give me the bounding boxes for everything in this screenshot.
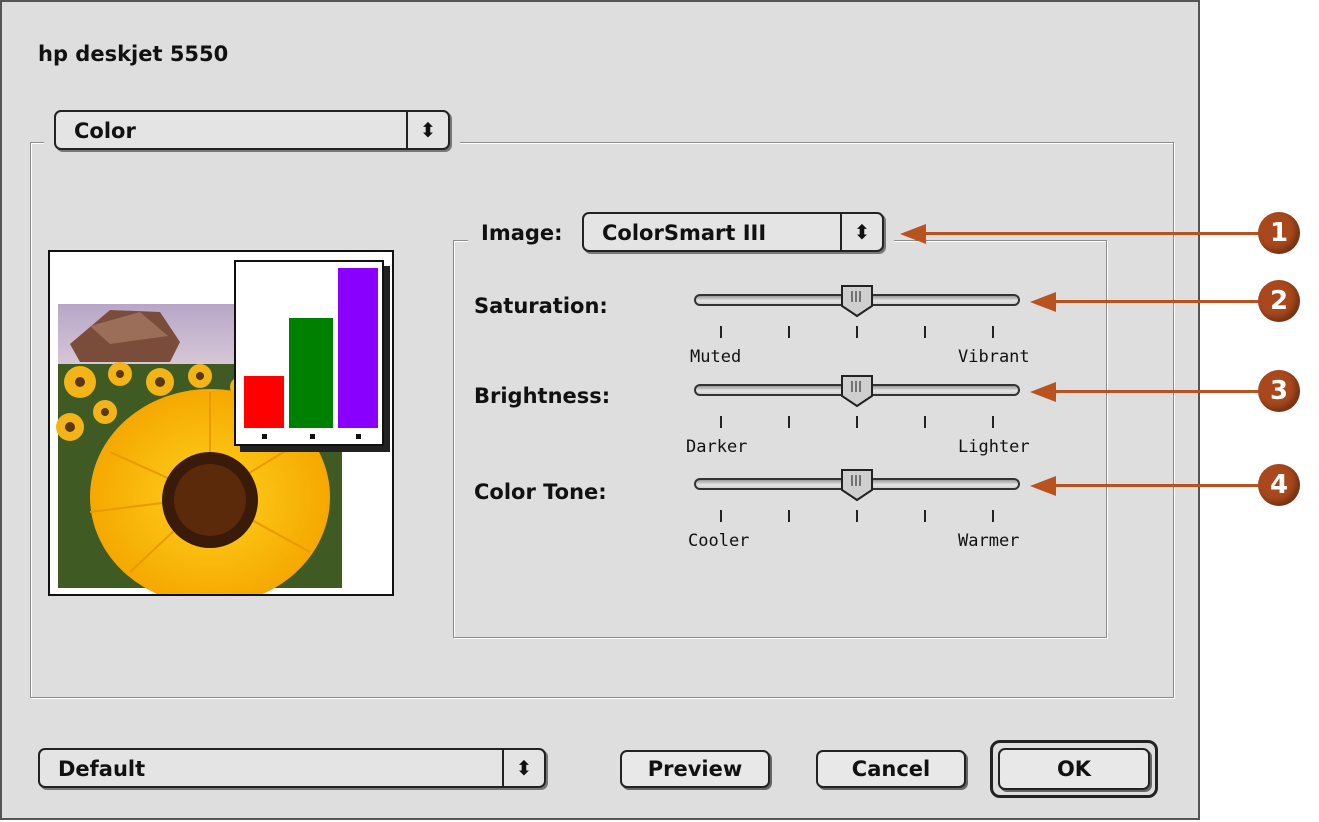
color-tone-tick [856, 510, 858, 522]
saturation-tick [720, 326, 722, 338]
ok-button[interactable]: OK [998, 748, 1150, 790]
image-select-label: ColorSmart III [602, 221, 767, 245]
saturation-slider-thumb[interactable] [840, 284, 874, 318]
color-tone-tick [992, 510, 994, 522]
updown-arrow-icon: ⬍ [502, 750, 544, 786]
bar-marker [310, 434, 315, 439]
color-tone-tick [720, 510, 722, 522]
brightness-max-label: Lighter [958, 437, 1030, 457]
bar-marker [262, 434, 267, 439]
updown-arrow-icon: ⬍ [406, 112, 448, 148]
panel-select-label: Color [74, 119, 136, 143]
brightness-tick [788, 416, 790, 428]
brightness-tick [992, 416, 994, 428]
callout-line [1050, 484, 1262, 487]
callout-2: 2 [1258, 280, 1300, 322]
dialog-title: hp deskjet 5550 [38, 42, 229, 66]
panel-select[interactable]: Color ⬍ [54, 110, 450, 150]
saturation-tick [856, 326, 858, 338]
brightness-slider-thumb[interactable] [840, 374, 874, 408]
callout-line [1050, 300, 1262, 303]
updown-arrow-icon: ⬍ [840, 214, 882, 250]
image-label: Image: [481, 221, 563, 245]
color-tone-max-label: Warmer [958, 531, 1020, 551]
color-tone-tick [788, 510, 790, 522]
bar-marker [356, 434, 361, 439]
image-select[interactable]: ColorSmart III ⬍ [582, 212, 884, 252]
cancel-button[interactable]: Cancel [816, 750, 966, 788]
color-tone-tick [924, 510, 926, 522]
color-bars-card [234, 260, 384, 446]
preview-button[interactable]: Preview [620, 750, 770, 788]
saturation-max-label: Vibrant [958, 347, 1030, 367]
preview-frame [48, 250, 394, 596]
color-tone-label: Color Tone: [474, 480, 607, 504]
red-bar [244, 376, 284, 428]
callout-line [1050, 390, 1262, 393]
green-bar [289, 318, 333, 428]
saturation-min-label: Muted [690, 347, 742, 367]
color-tone-slider-thumb[interactable] [840, 468, 874, 502]
preset-select-label: Default [58, 757, 146, 781]
callout-4: 4 [1258, 464, 1300, 506]
brightness-tick [856, 416, 858, 428]
brightness-min-label: Darker [686, 437, 748, 457]
saturation-tick [992, 326, 994, 338]
color-tone-min-label: Cooler [688, 531, 750, 551]
preset-select[interactable]: Default ⬍ [38, 748, 546, 788]
saturation-label: Saturation: [474, 294, 608, 318]
saturation-tick [788, 326, 790, 338]
callout-line [920, 232, 1262, 235]
brightness-label: Brightness: [474, 384, 611, 408]
callout-1: 1 [1258, 212, 1300, 254]
saturation-tick [924, 326, 926, 338]
brightness-tick [720, 416, 722, 428]
callout-3: 3 [1258, 370, 1300, 412]
brightness-tick [924, 416, 926, 428]
purple-bar [338, 268, 378, 428]
color-bars-chart [244, 268, 378, 439]
